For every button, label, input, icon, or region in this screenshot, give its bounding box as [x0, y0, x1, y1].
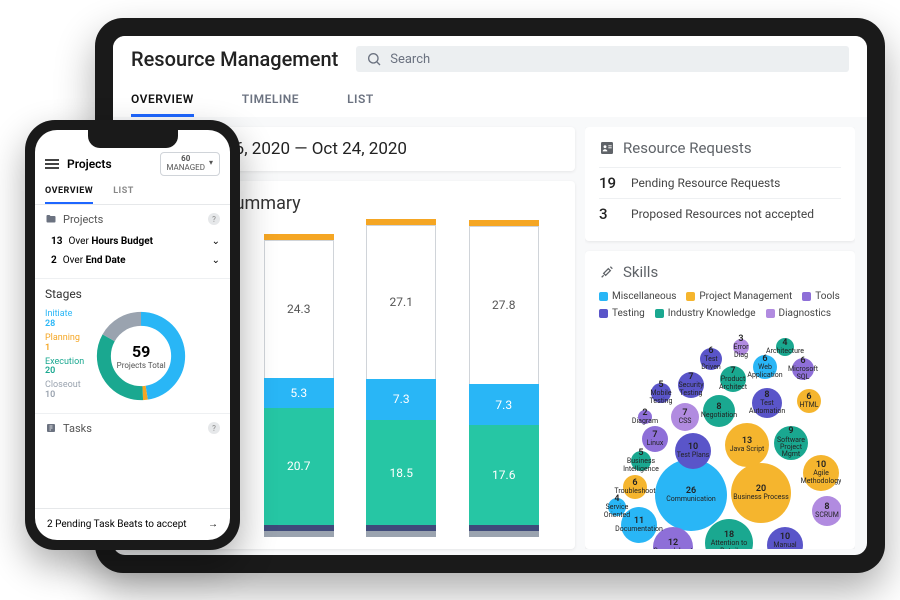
project-row[interactable]: 2Over End Date⌄ [45, 251, 220, 270]
skill-bubble[interactable]: 5Business Intelligence [631, 451, 651, 471]
search-input[interactable]: Search [356, 46, 849, 72]
legend-item: Miscellaneous [599, 291, 676, 302]
folder-icon [45, 213, 57, 225]
task-count: 2 [47, 519, 53, 530]
tablet-header: Resource Management Search OVERVIEW TIME… [113, 36, 867, 117]
projects-section-title: Projects [63, 213, 103, 226]
bar-segment: 27.1 [366, 225, 436, 379]
phone-screen: Projects 60 MANAGED ▾ OVERVIEW LIST Proj… [35, 130, 230, 540]
skill-bubble[interactable]: 9Software Project Mgmt [774, 426, 808, 460]
stage-legend-item: Execution20 [45, 358, 84, 378]
legend-item: Tools [802, 291, 839, 302]
bar-segment: 5.3 [264, 378, 334, 408]
managed-chip[interactable]: 60 MANAGED ▾ [160, 152, 221, 176]
bar-segment: 20.7 [264, 408, 334, 525]
bar-column: 27.87.317.6 [469, 220, 539, 537]
skill-bubble[interactable]: 6HTML [797, 389, 821, 413]
skills-card: Skills Miscellaneous Project Management To… [585, 251, 855, 549]
stage-legend-item: Planning1 [45, 334, 84, 354]
phone-tab-overview[interactable]: OVERVIEW [45, 180, 93, 204]
skill-bubble[interactable]: 26Communication [655, 459, 727, 531]
tablet-tabs: OVERVIEW TIMELINE LIST [131, 84, 849, 117]
skill-bubble[interactable]: 7CSS [671, 403, 699, 431]
skill-bubble[interactable]: 5Mobile Testing [651, 383, 671, 403]
skill-bubble[interactable]: 3Error Diag [733, 339, 749, 355]
search-icon [366, 51, 382, 67]
skill-bubble[interactable]: 6Test Driven [700, 348, 722, 370]
skill-bubble[interactable]: 6Microsoft SQL [792, 358, 814, 380]
phone-notch [88, 130, 178, 148]
requests-icon [599, 140, 615, 156]
request-row[interactable]: 19Pending Resource Requests [599, 167, 841, 198]
tasks-icon [45, 422, 57, 434]
phone-frame: Projects 60 MANAGED ▾ OVERVIEW LIST Proj… [25, 120, 240, 550]
donut-total: 59 [132, 342, 150, 361]
skill-bubble[interactable]: 10Manual Testing [767, 527, 803, 549]
skill-bubble[interactable]: 7Linux [642, 426, 668, 452]
tools-icon [599, 264, 615, 280]
phone-tabs: OVERVIEW LIST [35, 180, 230, 205]
stage-legend-item: Closeout10 [45, 381, 84, 401]
skill-bubble[interactable]: 13Java Script [725, 423, 769, 467]
chevron-down-icon: ▾ [209, 159, 213, 168]
legend-item: Diagnostics [766, 308, 832, 319]
skills-title: Skills [623, 263, 658, 281]
stage-legend: Initiate28 Planning1 Execution20 Closeout10 [45, 310, 84, 401]
phone-tab-list[interactable]: LIST [113, 180, 134, 204]
stages-title: Stages [45, 287, 220, 301]
bar-segment: 27.8 [469, 226, 539, 384]
skill-bubble[interactable]: 10Agile Methodology [803, 455, 839, 491]
tasks-section-title: Tasks [63, 422, 92, 435]
skill-bubble[interactable]: 7Product Architect [720, 366, 746, 392]
skill-bubble[interactable]: 4Architecture [776, 338, 794, 356]
hamburger-icon[interactable] [45, 159, 59, 169]
skill-bubble[interactable]: 6Web Application [753, 355, 777, 379]
skill-bubble[interactable]: 2Diagram [638, 410, 652, 424]
skill-bubble[interactable]: 8Test Automation [752, 388, 782, 418]
legend-item: Testing [599, 308, 645, 319]
skill-bubble[interactable]: 20Business Process [731, 463, 791, 523]
legend-item: Project Management [686, 291, 792, 302]
skill-bubble[interactable]: 10Test Plans [675, 433, 711, 469]
skill-bubble[interactable]: 6Troubleshoot [623, 475, 647, 499]
managed-label: MANAGED [167, 164, 205, 173]
bar-column: 24.35.320.7 [264, 234, 334, 537]
skill-bubble[interactable]: 8SCRUM [812, 496, 841, 526]
skills-legend: Miscellaneous Project Management Tools Test… [599, 291, 841, 319]
donut-label: Projects Total [117, 361, 166, 370]
bar-column: 27.17.318.5 [366, 219, 436, 537]
tab-timeline[interactable]: TIMELINE [242, 84, 299, 117]
requests-title: Resource Requests [623, 139, 752, 157]
page-title: Resource Management [131, 47, 338, 71]
bar-segment: 17.6 [469, 425, 539, 525]
skill-bubble[interactable]: 8Negotiation [703, 395, 735, 427]
chevron-down-icon: ⌄ [212, 255, 220, 266]
tab-list[interactable]: LIST [347, 84, 374, 117]
search-placeholder: Search [390, 52, 430, 67]
project-row[interactable]: 13Over Hours Budget⌄ [45, 232, 220, 251]
legend-item: Industry Knowledge [655, 308, 756, 319]
tab-overview[interactable]: OVERVIEW [131, 84, 194, 117]
skills-bubble-chart: 26Communication20Business Process18Atten… [599, 325, 841, 549]
chevron-down-icon: ⌄ [212, 236, 220, 247]
phone-title: Projects [67, 157, 112, 171]
skill-bubble[interactable]: 7Security Testing [678, 372, 704, 398]
help-icon[interactable]: ? [208, 422, 220, 434]
stages-donut-chart: 59 Projects Total [92, 307, 190, 405]
bar-segment: 7.3 [469, 384, 539, 425]
skill-bubble[interactable]: 4Service Oriented [608, 498, 626, 516]
request-row[interactable]: 3Proposed Resources not accepted [599, 198, 841, 229]
help-icon[interactable]: ? [208, 213, 220, 225]
bar-segment: 7.3 [366, 379, 436, 420]
bar-segment: 24.3 [264, 240, 334, 378]
bar-segment: 18.5 [366, 420, 436, 525]
task-row[interactable]: 2 Pending Task Beats to accept → [35, 508, 230, 540]
task-label: Pending Task Beats to accept [55, 519, 186, 530]
arrow-right-icon: → [208, 519, 218, 530]
resource-requests-card: Resource Requests 19Pending Resource Req… [585, 127, 855, 241]
stage-legend-item: Initiate28 [45, 310, 84, 330]
